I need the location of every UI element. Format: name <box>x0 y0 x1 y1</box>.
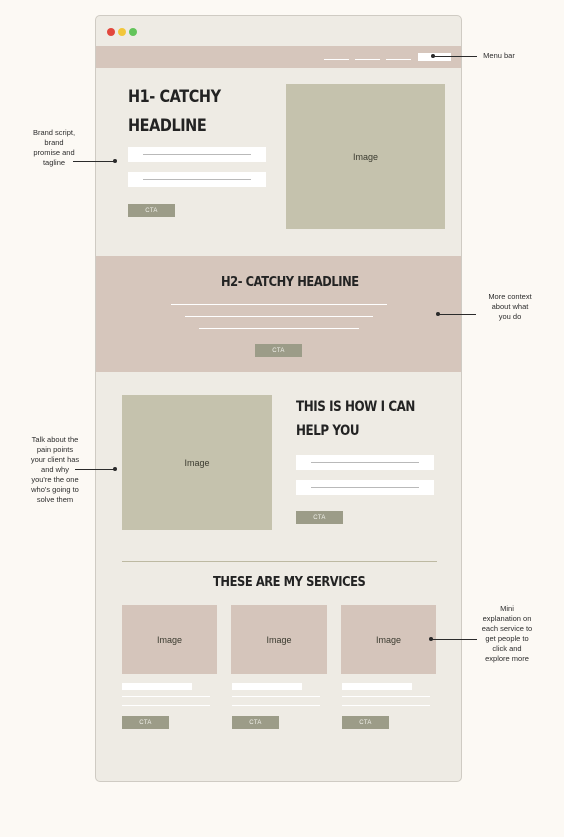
menu-bar <box>96 46 461 68</box>
text-line <box>122 705 210 706</box>
service-title-placeholder <box>232 683 302 690</box>
context-cta-button: CTA <box>255 344 302 357</box>
service-card-image: Image <box>122 605 217 674</box>
connector-pin <box>113 467 117 471</box>
service-card-image: Image <box>341 605 436 674</box>
connector-line <box>438 314 476 315</box>
services-annotation: Mini explanation on each service to get … <box>474 604 540 664</box>
context-section: H2- CATCHY HEADLINE CTA <box>96 256 461 372</box>
help-text-field <box>296 455 434 470</box>
annotation-line: solve them <box>36 495 74 504</box>
minimize-dot-icon <box>118 28 126 36</box>
context-annotation: More context about what you do <box>476 292 544 322</box>
annotation-line: you're the one <box>31 475 79 484</box>
help-headline: THIS IS HOW I CAN HELP YOU <box>296 395 415 443</box>
annotation-line: Talk about the <box>31 435 79 444</box>
hero-text-field <box>128 147 266 162</box>
hero-image-placeholder: Image <box>286 84 445 229</box>
close-dot-icon <box>107 28 115 36</box>
hero-annotation: Brand script, brand promise and tagline <box>22 128 86 168</box>
annotation-line: you do <box>498 312 522 321</box>
annotation-line: click and <box>492 644 522 653</box>
annotation-line: Brand script, <box>32 128 76 137</box>
context-headline: H2- CATCHY HEADLINE <box>221 274 359 290</box>
service-title-placeholder <box>122 683 192 690</box>
connector-pin <box>429 637 433 641</box>
annotation-line: about what <box>491 302 529 311</box>
service-card-image: Image <box>231 605 327 674</box>
help-headline-line2: HELP YOU <box>296 423 360 439</box>
annotation-line: get people to <box>485 634 529 643</box>
connector-line <box>431 639 477 640</box>
help-text-field <box>296 480 434 495</box>
text-line <box>232 705 320 706</box>
website-wireframe: H1- CATCHY HEADLINE CTA Image H2- CATCHY… <box>95 15 462 782</box>
text-line <box>185 316 373 317</box>
annotation-line: Mini <box>500 604 514 613</box>
hero-headline-line1: H1- CATCHY <box>128 87 221 107</box>
connector-pin <box>436 312 440 316</box>
help-headline-line1: THIS IS HOW I CAN <box>296 399 415 415</box>
connector-pin <box>113 159 117 163</box>
annotation-line: and why <box>41 465 69 474</box>
text-line <box>199 328 359 329</box>
service-cta-button: CTA <box>232 716 279 729</box>
connector-line <box>75 469 114 470</box>
text-line <box>122 696 210 697</box>
menu-item-placeholder <box>355 59 380 60</box>
text-line <box>171 304 387 305</box>
text-line <box>342 705 430 706</box>
annotation-line: who's going to <box>31 485 79 494</box>
hero-text-field <box>128 172 266 187</box>
hero-headline: H1- CATCHY HEADLINE <box>128 83 221 141</box>
annotation-line: brand <box>44 138 64 147</box>
services-headline: THESE ARE MY SERVICES <box>213 574 366 590</box>
annotation-line: promise and <box>33 148 75 157</box>
connector-pin <box>431 54 435 58</box>
menu-item-placeholder <box>324 59 349 60</box>
help-image-placeholder: Image <box>122 395 272 530</box>
service-cta-button: CTA <box>342 716 389 729</box>
annotation-line: each service to <box>481 624 533 633</box>
hero-cta-button: CTA <box>128 204 175 217</box>
service-title-placeholder <box>342 683 412 690</box>
maximize-dot-icon <box>129 28 137 36</box>
annotation-line: tagline <box>42 158 66 167</box>
section-divider <box>122 561 437 562</box>
menu-item-placeholder <box>386 59 411 60</box>
annotation-line: your client has <box>30 455 80 464</box>
hero-headline-line2: HEADLINE <box>128 116 207 136</box>
annotation-line: More context <box>488 292 532 301</box>
text-line <box>342 696 430 697</box>
help-cta-button: CTA <box>296 511 343 524</box>
annotation-line: pain points <box>36 445 74 454</box>
help-annotation: Talk about the pain points your client h… <box>18 435 92 505</box>
annotation-line: explore more <box>485 654 529 663</box>
text-line <box>232 696 320 697</box>
connector-line <box>73 161 114 162</box>
connector-line <box>433 56 477 57</box>
annotation-line: explanation on <box>482 614 532 623</box>
service-cta-button: CTA <box>122 716 169 729</box>
